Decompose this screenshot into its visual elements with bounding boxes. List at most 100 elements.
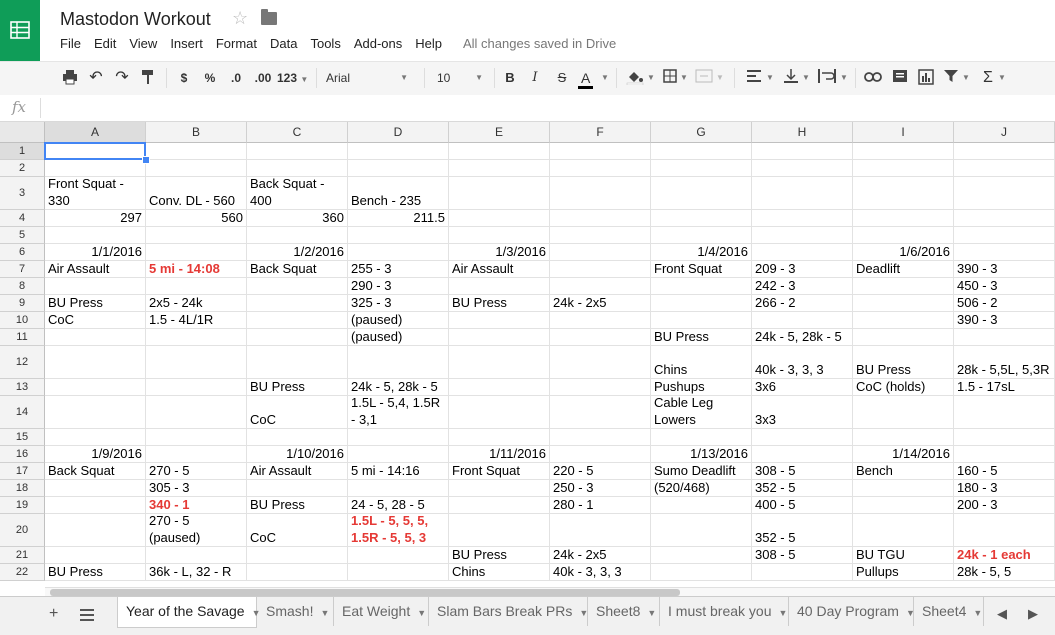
cell-c6[interactable]: 1/2/2016 <box>247 244 348 261</box>
cell-g17[interactable]: Sumo Deadlift <box>651 463 752 480</box>
cell-b11[interactable] <box>146 329 247 346</box>
cell-e8[interactable] <box>449 278 550 295</box>
menu-edit[interactable]: Edit <box>94 36 116 51</box>
cell-j7[interactable]: 390 - 3 <box>954 261 1055 278</box>
cell-h13[interactable]: 3x6 <box>752 379 853 396</box>
cell-j20[interactable] <box>954 514 1055 547</box>
cell-g7[interactable]: Front Squat <box>651 261 752 278</box>
cell-i9[interactable] <box>853 295 954 312</box>
fill-handle[interactable] <box>142 156 150 164</box>
cell-a19[interactable] <box>45 497 146 514</box>
scroll-tabs-right-icon[interactable]: ▶ <box>1028 606 1038 622</box>
cell-j4[interactable] <box>954 210 1055 227</box>
cell-a15[interactable] <box>45 429 146 446</box>
cell-h7[interactable]: 209 - 3 <box>752 261 853 278</box>
cell-i4[interactable] <box>853 210 954 227</box>
chevron-down-icon[interactable]: ▼ <box>680 69 688 87</box>
cell-c20[interactable]: CoC <box>247 514 348 547</box>
cell-f12[interactable] <box>550 346 651 379</box>
cell-h6[interactable] <box>752 244 853 261</box>
sheet-tab[interactable]: Sheet8 ▼ <box>588 597 660 626</box>
cell-a16[interactable]: 1/9/2016 <box>45 446 146 463</box>
column-header-c[interactable]: C <box>247 122 348 143</box>
cell-g4[interactable] <box>651 210 752 227</box>
cell-e13[interactable] <box>449 379 550 396</box>
row-header-8[interactable]: 8 <box>0 278 45 295</box>
cell-b1[interactable] <box>146 143 247 160</box>
cell-f11[interactable] <box>550 329 651 346</box>
cell-h20[interactable]: 352 - 5 <box>752 514 853 547</box>
cell-b16[interactable] <box>146 446 247 463</box>
chevron-down-icon[interactable]: ▼ <box>601 69 609 87</box>
row-header-20[interactable]: 20 <box>0 514 45 547</box>
filter-icon[interactable] <box>943 69 959 87</box>
cell-a17[interactable]: Back Squat <box>45 463 146 480</box>
cell-h14[interactable]: 3x3 <box>752 396 853 429</box>
chevron-down-icon[interactable]: ▼ <box>579 608 588 618</box>
menu-insert[interactable]: Insert <box>170 36 203 51</box>
cell-d20[interactable]: 1.5L - 5, 5, 5, 1.5R - 5, 5, 3 <box>348 514 449 547</box>
undo-icon[interactable]: ↶ <box>87 69 105 87</box>
cell-b18[interactable]: 305 - 3 <box>146 480 247 497</box>
cell-g2[interactable] <box>651 160 752 177</box>
row-header-14[interactable]: 14 <box>0 396 45 429</box>
row-header-4[interactable]: 4 <box>0 210 45 227</box>
cell-i11[interactable] <box>853 329 954 346</box>
chevron-down-icon[interactable]: ▼ <box>647 69 655 87</box>
cell-j9[interactable]: 506 - 2 <box>954 295 1055 312</box>
cell-b7[interactable]: 5 mi - 14:08 <box>146 261 247 278</box>
row-header-19[interactable]: 19 <box>0 497 45 514</box>
cell-b19[interactable]: 340 - 1 <box>146 497 247 514</box>
cell-f8[interactable] <box>550 278 651 295</box>
currency-format-button[interactable]: $ <box>177 69 191 87</box>
cell-b14[interactable] <box>146 396 247 429</box>
cell-j10[interactable]: 390 - 3 <box>954 312 1055 329</box>
column-header-f[interactable]: F <box>550 122 651 143</box>
all-sheets-icon[interactable] <box>80 608 94 626</box>
cell-h22[interactable] <box>752 564 853 581</box>
cell-g19[interactable] <box>651 497 752 514</box>
cell-c18[interactable] <box>247 480 348 497</box>
bold-button[interactable]: B <box>503 69 517 87</box>
cell-g10[interactable] <box>651 312 752 329</box>
cell-f18[interactable]: 250 - 3 <box>550 480 651 497</box>
cell-e18[interactable] <box>449 480 550 497</box>
chevron-down-icon[interactable]: ▼ <box>973 608 982 618</box>
decrease-decimal-button[interactable]: .0 <box>227 69 245 87</box>
column-header-i[interactable]: I <box>853 122 954 143</box>
cell-h9[interactable]: 266 - 2 <box>752 295 853 312</box>
cell-d18[interactable] <box>348 480 449 497</box>
column-header-h[interactable]: H <box>752 122 853 143</box>
document-title[interactable]: Mastodon Workout <box>60 9 211 30</box>
cell-d17[interactable]: 5 mi - 14:16 <box>348 463 449 480</box>
cell-h3[interactable] <box>752 177 853 210</box>
cell-j15[interactable] <box>954 429 1055 446</box>
cell-d6[interactable] <box>348 244 449 261</box>
cell-d3[interactable]: Bench - 235 <box>348 177 449 210</box>
cell-f10[interactable] <box>550 312 651 329</box>
cell-i20[interactable] <box>853 514 954 547</box>
cell-c3[interactable]: Back Squat - 400 <box>247 177 348 210</box>
cell-f21[interactable]: 24k - 2x5 <box>550 547 651 564</box>
cell-b13[interactable] <box>146 379 247 396</box>
chevron-down-icon[interactable]: ▼ <box>840 69 848 87</box>
cell-a11[interactable] <box>45 329 146 346</box>
cell-b12[interactable] <box>146 346 247 379</box>
column-header-a[interactable]: A <box>45 122 146 143</box>
cell-e19[interactable] <box>449 497 550 514</box>
cell-a18[interactable] <box>45 480 146 497</box>
cell-h17[interactable]: 308 - 5 <box>752 463 853 480</box>
cell-f13[interactable] <box>550 379 651 396</box>
cell-e12[interactable] <box>449 346 550 379</box>
row-header-6[interactable]: 6 <box>0 244 45 261</box>
cell-i17[interactable]: Bench <box>853 463 954 480</box>
cell-i14[interactable] <box>853 396 954 429</box>
row-header-21[interactable]: 21 <box>0 547 45 564</box>
cell-c5[interactable] <box>247 227 348 244</box>
cell-d10[interactable]: 290 - 3 (paused) <box>348 312 449 329</box>
cell-f14[interactable] <box>550 396 651 429</box>
cell-c22[interactable] <box>247 564 348 581</box>
cell-c14[interactable]: CoC <box>247 396 348 429</box>
cell-f6[interactable] <box>550 244 651 261</box>
cell-i19[interactable] <box>853 497 954 514</box>
